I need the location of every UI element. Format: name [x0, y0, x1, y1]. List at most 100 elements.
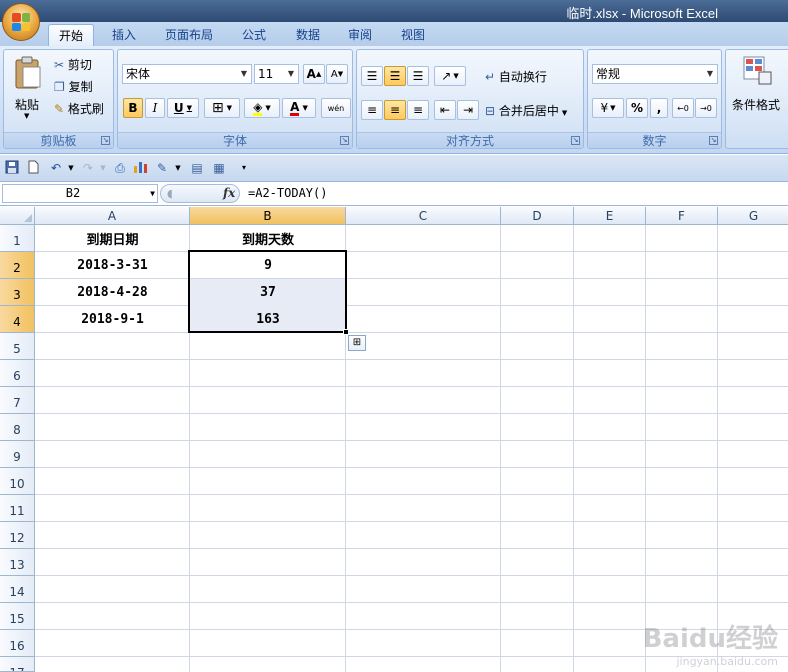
form-icon[interactable]: ▤: [189, 160, 205, 176]
borders-icon: ⊞: [211, 100, 224, 116]
column-header-c[interactable]: C: [346, 207, 501, 225]
chevron-down-icon[interactable]: ▼: [63, 160, 79, 176]
format-painter-button[interactable]: ✎ 格式刷: [54, 100, 104, 117]
name-box[interactable]: B2 ▼: [2, 184, 158, 203]
comma-button[interactable]: ,: [650, 98, 668, 118]
print-preview-icon[interactable]: ⎙: [112, 160, 128, 176]
undo-icon[interactable]: ↶: [48, 160, 64, 176]
row-header-14[interactable]: 14: [0, 576, 35, 603]
select-all-button[interactable]: [0, 207, 35, 225]
orientation-button[interactable]: ↗ ▼: [434, 66, 466, 86]
cell-a4[interactable]: 2018-9-1: [35, 306, 190, 333]
align-top-button[interactable]: ☰: [361, 66, 383, 86]
draw-icon[interactable]: ✎: [154, 160, 170, 176]
row-header-5[interactable]: 5: [0, 333, 35, 360]
cell-a2[interactable]: 2018-3-31: [35, 252, 190, 279]
row-header-2[interactable]: 2: [0, 252, 35, 279]
increase-decimal-button[interactable]: ←0: [672, 98, 694, 118]
borders-button[interactable]: ⊞ ▼: [204, 98, 240, 118]
font-color-button[interactable]: A ▼: [282, 98, 316, 118]
conditional-format-button[interactable]: 条件格式: [730, 54, 788, 126]
row-header-13[interactable]: 13: [0, 549, 35, 576]
tab-view[interactable]: 视图: [391, 24, 435, 46]
tab-page-layout[interactable]: 页面布局: [156, 24, 222, 46]
column-header-g[interactable]: G: [718, 207, 788, 225]
row-header-11[interactable]: 11: [0, 495, 35, 522]
row-header-7[interactable]: 7: [0, 387, 35, 414]
currency-icon: ¥: [600, 101, 609, 115]
align-right-button[interactable]: ≡: [407, 100, 429, 120]
number-format-select[interactable]: 常规 ▼: [592, 64, 718, 84]
phonetic-button[interactable]: wén: [321, 98, 351, 118]
paste-button[interactable]: 粘贴 ▼: [8, 54, 48, 126]
insert-function-icon[interactable]: fx: [223, 186, 235, 200]
row-header-1[interactable]: 1: [0, 225, 35, 252]
bold-button[interactable]: B: [123, 98, 143, 118]
row-header-12[interactable]: 12: [0, 522, 35, 549]
underline-button[interactable]: U ▼: [167, 98, 199, 118]
increase-decimal-icon: ←0: [677, 103, 689, 113]
align-middle-button[interactable]: ☰: [384, 66, 406, 86]
tab-home[interactable]: 开始: [48, 24, 94, 46]
italic-button[interactable]: I: [145, 98, 165, 118]
column-header-a[interactable]: A: [35, 207, 190, 225]
save-icon[interactable]: [4, 160, 20, 176]
align-center-button[interactable]: ≡: [384, 100, 406, 120]
font-name-select[interactable]: 宋体 ▼: [122, 64, 252, 84]
chevron-down-icon[interactable]: ▼: [95, 160, 111, 176]
tab-insert[interactable]: 插入: [102, 24, 146, 46]
align-left-button[interactable]: ≡: [361, 100, 383, 120]
new-file-icon[interactable]: [25, 160, 41, 176]
auto-fill-options-button[interactable]: ⊞: [348, 335, 366, 351]
dialog-launcher-icon[interactable]: ↘: [101, 136, 110, 145]
shrink-font-button[interactable]: A ▼: [326, 64, 348, 84]
row-header-16[interactable]: 16: [0, 630, 35, 657]
tab-formulas[interactable]: 公式: [232, 24, 276, 46]
cell-b1[interactable]: 到期天数: [190, 225, 346, 252]
row-header-9[interactable]: 9: [0, 441, 35, 468]
dialog-launcher-icon[interactable]: ↘: [571, 136, 580, 145]
row-header-8[interactable]: 8: [0, 414, 35, 441]
wrap-text-button[interactable]: ↵ 自动换行: [485, 68, 547, 85]
row-header-17[interactable]: 17: [0, 657, 35, 672]
row-header-15[interactable]: 15: [0, 603, 35, 630]
column-header-d[interactable]: D: [501, 207, 574, 225]
cut-button[interactable]: ✂ 剪切: [54, 56, 92, 73]
worksheet-grid[interactable]: A B C D E F G 1 2 3 4 5 6 7 8 9 10 11 12…: [0, 207, 788, 672]
grow-font-button[interactable]: A ▲: [303, 64, 325, 84]
merge-center-button[interactable]: ⊟ 合并后居中 ▼: [485, 102, 567, 119]
expand-grip-icon[interactable]: ◖: [167, 187, 173, 200]
increase-indent-button[interactable]: ⇥: [457, 100, 479, 120]
shrink-font-icon: A: [330, 68, 338, 80]
column-header-f[interactable]: F: [646, 207, 718, 225]
tab-review[interactable]: 审阅: [338, 24, 382, 46]
align-bottom-button[interactable]: ☰: [407, 66, 429, 86]
row-header-6[interactable]: 6: [0, 360, 35, 387]
column-header-e[interactable]: E: [574, 207, 646, 225]
decrease-decimal-button[interactable]: →0: [695, 98, 717, 118]
percent-button[interactable]: %: [626, 98, 648, 118]
pivot-icon[interactable]: ▦: [211, 160, 227, 176]
customize-qat-icon[interactable]: ▾: [236, 160, 252, 176]
column-header-b[interactable]: B: [190, 207, 346, 225]
fill-color-button[interactable]: ◈ ▼: [244, 98, 280, 118]
row-header-4[interactable]: 4: [0, 306, 35, 333]
row-header-3[interactable]: 3: [0, 279, 35, 306]
copy-button[interactable]: ❐ 复制: [54, 78, 93, 95]
cell-a1[interactable]: 到期日期: [35, 225, 190, 252]
dialog-launcher-icon[interactable]: ↘: [709, 136, 718, 145]
wrap-text-label: 自动换行: [498, 70, 547, 84]
dialog-launcher-icon[interactable]: ↘: [340, 136, 349, 145]
font-size-select[interactable]: 11 ▼: [254, 64, 299, 84]
formula-input[interactable]: =A2-TODAY(): [248, 184, 327, 203]
cell-a3[interactable]: 2018-4-28: [35, 279, 190, 306]
row-header-10[interactable]: 10: [0, 468, 35, 495]
decrease-indent-button[interactable]: ⇤: [434, 100, 456, 120]
chart-icon[interactable]: [133, 160, 149, 176]
tab-data[interactable]: 数据: [286, 24, 330, 46]
chevron-down-icon[interactable]: ▼: [170, 160, 186, 176]
currency-button[interactable]: ¥ ▼: [592, 98, 624, 118]
office-button[interactable]: [2, 3, 40, 41]
redo-icon[interactable]: ↷: [80, 160, 96, 176]
font-group-label: 字体: [118, 132, 352, 148]
